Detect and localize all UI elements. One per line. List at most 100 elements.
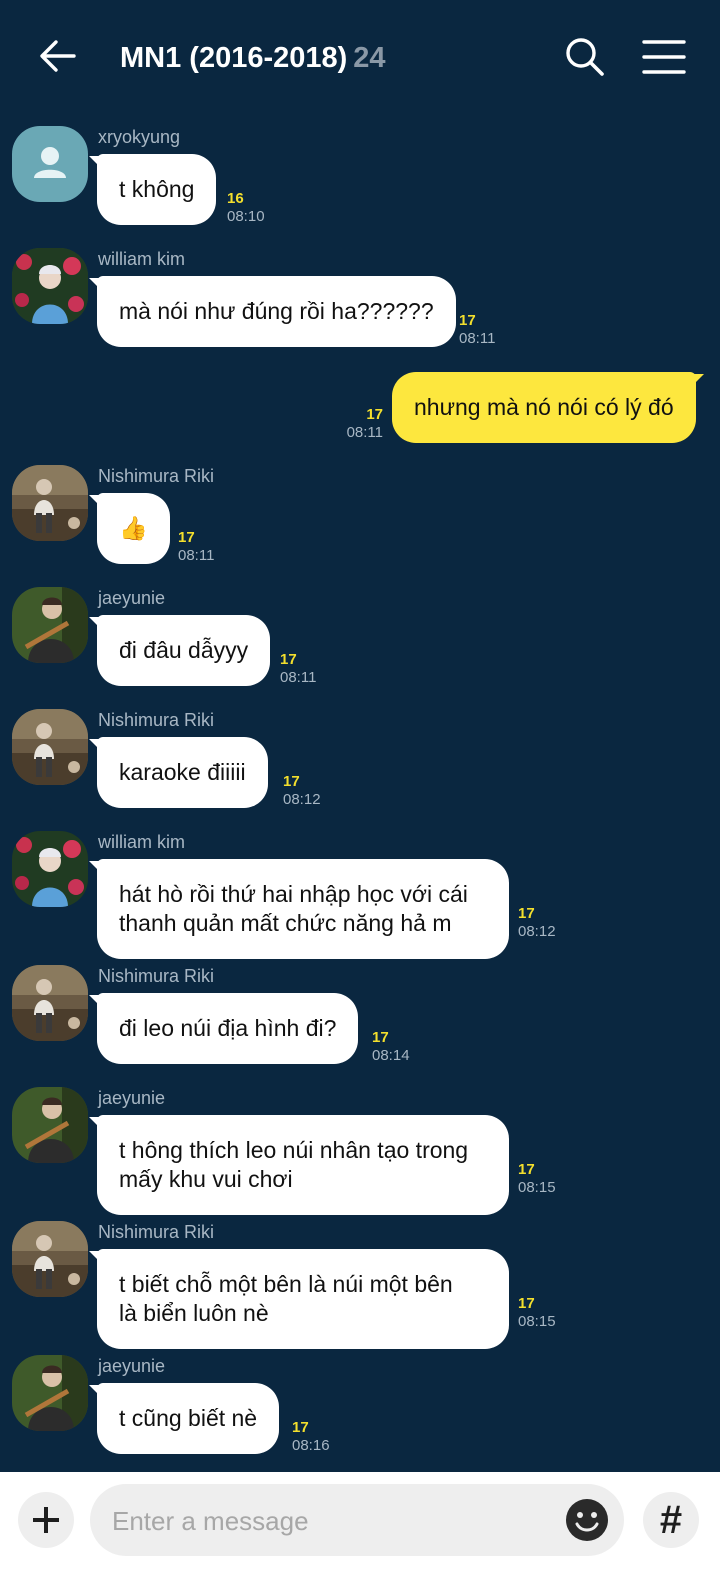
room-name: MN1 (2016-2018) bbox=[120, 42, 348, 74]
message-item: jaeyunie t hông thích leo núi nhân tạo t… bbox=[0, 1087, 720, 1215]
unread-count: 17 bbox=[459, 312, 476, 329]
avatar[interactable] bbox=[12, 831, 88, 907]
unread-count: 17 bbox=[518, 905, 535, 922]
message-meta: 17 08:12 bbox=[283, 773, 321, 809]
avatar[interactable] bbox=[12, 1087, 88, 1163]
profile-photo-image bbox=[12, 1087, 88, 1163]
timestamp: 08:14 bbox=[372, 1047, 410, 1064]
unread-count: 17 bbox=[178, 529, 195, 546]
timestamp: 08:11 bbox=[280, 669, 317, 686]
message-bubble[interactable]: mà nói như đúng rồi ha?????? bbox=[89, 276, 456, 347]
timestamp: 08:12 bbox=[283, 791, 321, 808]
profile-photo-image bbox=[12, 465, 88, 541]
avatar[interactable] bbox=[12, 587, 88, 663]
add-attachment-button[interactable] bbox=[18, 1492, 74, 1548]
timestamp: 08:11 bbox=[346, 424, 383, 441]
avatar[interactable] bbox=[12, 709, 88, 785]
hamburger-menu-icon bbox=[642, 40, 686, 74]
message-input[interactable] bbox=[110, 1498, 554, 1544]
avatar[interactable] bbox=[12, 465, 88, 541]
message-meta: 17 08:11 bbox=[280, 651, 316, 687]
message-item: Nishimura Riki t biết chỗ một bên là núi… bbox=[0, 1221, 720, 1349]
message-bubble[interactable]: t cũng biết nè bbox=[88, 1383, 280, 1454]
avatar[interactable] bbox=[12, 1221, 88, 1297]
sender-name: william kim bbox=[98, 832, 185, 852]
unread-count: 17 bbox=[366, 406, 383, 423]
message-meta: 17 08:15 bbox=[518, 1161, 556, 1197]
message-item: Nishimura Riki karaoke điiiii 17 08:12 bbox=[0, 709, 720, 809]
sender-name: Nishimura Riki bbox=[98, 966, 215, 986]
default-profile-icon bbox=[34, 147, 66, 178]
message-bubble[interactable]: t không bbox=[88, 154, 217, 225]
menu-button[interactable] bbox=[642, 38, 686, 76]
unread-count: 17 bbox=[372, 1029, 389, 1046]
timestamp: 08:10 bbox=[227, 208, 265, 225]
unread-count: 16 bbox=[227, 190, 244, 207]
timestamp: 08:15 bbox=[518, 1313, 556, 1330]
profile-photo-image bbox=[12, 831, 88, 907]
profile-photo-image bbox=[12, 587, 88, 663]
search-button[interactable] bbox=[564, 36, 606, 78]
profile-photo-image bbox=[12, 965, 88, 1041]
sender-name: william kim bbox=[98, 249, 185, 269]
profile-photo-image bbox=[12, 248, 88, 324]
unread-count: 17 bbox=[518, 1295, 535, 1312]
avatar[interactable] bbox=[12, 126, 88, 202]
timestamp: 08:11 bbox=[178, 547, 215, 564]
message-item: Nishimura Riki đi leo núi địa hình đi? 1… bbox=[0, 965, 720, 1065]
message-meta: 17 08:16 bbox=[292, 1419, 330, 1455]
message-meta: 17 08:15 bbox=[518, 1295, 556, 1331]
hashtag-icon: # bbox=[659, 1498, 683, 1542]
message-meta: 17 08:11 bbox=[330, 406, 383, 442]
sender-name: Nishimura Riki bbox=[98, 1222, 215, 1242]
message-bubble[interactable]: t hông thích leo núi nhân tạo trong mấy … bbox=[89, 1115, 509, 1215]
sender-name: xryokyung bbox=[98, 127, 181, 147]
chat-header: MN1 (2016-2018) 24 bbox=[0, 0, 720, 112]
message-composer bbox=[0, 1472, 720, 1569]
message-item: jaeyunie t cũng biết nè 17 08:16 bbox=[0, 1355, 720, 1455]
message-bubble[interactable]: 👍 bbox=[89, 493, 170, 564]
back-arrow-icon bbox=[40, 40, 76, 72]
timestamp: 08:15 bbox=[518, 1179, 556, 1196]
message-item: william kim hát hò rồi thứ hai nhập học … bbox=[0, 831, 720, 959]
profile-photo-image bbox=[12, 1355, 88, 1431]
avatar[interactable] bbox=[12, 965, 88, 1041]
sender-name: jaeyunie bbox=[98, 1088, 166, 1108]
message-bubble[interactable]: karaoke điiiii bbox=[89, 737, 268, 808]
unread-count: 17 bbox=[292, 1419, 309, 1436]
message-meta: 17 08:11 bbox=[459, 312, 495, 348]
emoji-button[interactable] bbox=[564, 1497, 610, 1543]
profile-photo-image bbox=[12, 709, 88, 785]
chat-title: MN1 (2016-2018) 24 bbox=[120, 38, 386, 78]
message-item: Nishimura Riki 👍 17 08:11 bbox=[0, 465, 720, 565]
message-item: xryokyung t không 16 08:10 bbox=[0, 126, 720, 226]
hashtag-button[interactable]: # bbox=[643, 1492, 699, 1548]
message-item: 17 08:11 nhưng mà nó nói có lý đó bbox=[0, 372, 720, 444]
message-item: william kim mà nói như đúng rồi ha??????… bbox=[0, 248, 720, 348]
message-bubble[interactable]: đi leo núi địa hình đi? bbox=[88, 993, 359, 1064]
unread-count: 17 bbox=[280, 651, 297, 668]
sender-name: Nishimura Riki bbox=[98, 710, 215, 730]
message-meta: 17 08:14 bbox=[372, 1029, 410, 1065]
message-meta: 17 08:11 bbox=[178, 529, 214, 565]
unread-count: 17 bbox=[283, 773, 300, 790]
message-bubble[interactable]: nhưng mà nó nói có lý đó bbox=[392, 372, 704, 443]
message-input-container bbox=[90, 1484, 624, 1556]
profile-photo-image bbox=[12, 1221, 88, 1297]
message-bubble[interactable]: t biết chỗ một bên là núi một bên là biể… bbox=[89, 1249, 509, 1349]
sender-name: jaeyunie bbox=[98, 588, 166, 608]
message-bubble[interactable]: đi đâu dẫyyy bbox=[88, 615, 271, 686]
back-button[interactable] bbox=[38, 36, 78, 76]
message-meta: 16 08:10 bbox=[227, 190, 265, 226]
member-count: 24 bbox=[353, 42, 386, 74]
message-item: jaeyunie đi đâu dẫyyy 17 08:11 bbox=[0, 587, 720, 687]
message-bubble[interactable]: hát hò rồi thứ hai nhập học với cái than… bbox=[89, 859, 509, 959]
search-icon bbox=[566, 38, 604, 76]
timestamp: 08:12 bbox=[518, 923, 556, 940]
timestamp: 08:16 bbox=[292, 1437, 330, 1454]
avatar[interactable] bbox=[12, 248, 88, 324]
sender-name: jaeyunie bbox=[98, 1356, 166, 1376]
message-meta: 17 08:12 bbox=[518, 905, 556, 941]
avatar[interactable] bbox=[12, 1355, 88, 1431]
emoji-smiley-icon bbox=[566, 1499, 608, 1541]
